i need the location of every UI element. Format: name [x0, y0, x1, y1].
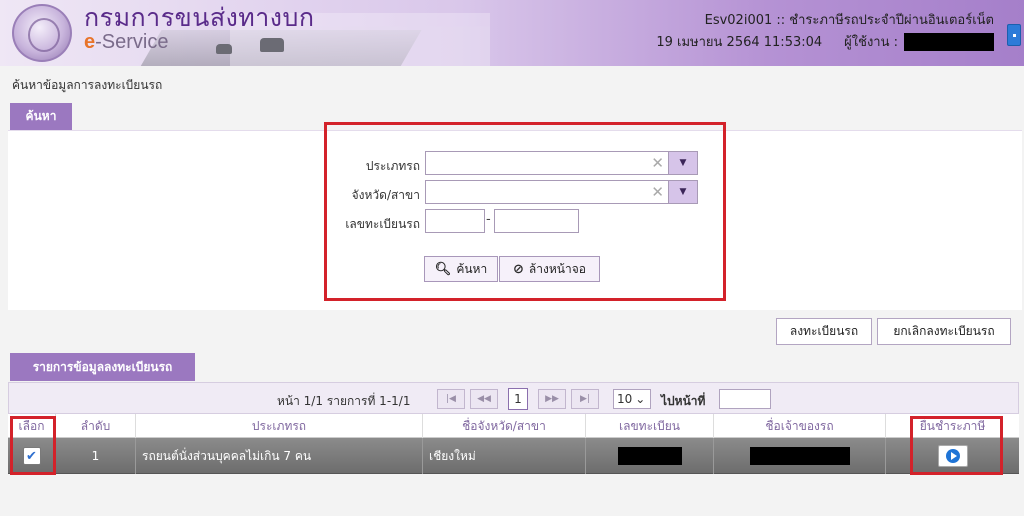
highlight-pay-tax-column [910, 416, 1003, 475]
plate-prefix-input[interactable] [425, 209, 485, 233]
page-size-value: 10 [617, 392, 633, 406]
plate-number-redacted [617, 447, 682, 465]
user-label: ผู้ใช้งาน : [844, 35, 898, 50]
bus-icon [260, 38, 284, 52]
table-header: เลือก ลำดับ ประเภทรถ ชื่อจังหวัด/สาขา เล… [8, 414, 1019, 438]
chevron-down-icon: ▼ [679, 158, 687, 168]
register-vehicle-button[interactable]: ลงทะเบียนรถ [776, 318, 872, 345]
search-icon: 🔍︎ [434, 261, 452, 277]
logo-sub-e: e [84, 31, 96, 53]
goto-page-label: ไปหน้าที่ [661, 394, 706, 408]
row-index: 1 [56, 438, 136, 474]
vehicle-type-combobox[interactable]: ✕ [425, 151, 669, 175]
screen-code: Esv02i001 :: ชำระภาษีรถประจำปีผ่านอินเตอ… [704, 13, 994, 28]
reset-button-label: ล้างหน้าจอ [528, 261, 586, 276]
cancel-register-button[interactable]: ยกเลิกลงทะเบียนรถ [877, 318, 1011, 345]
province-combobox[interactable]: ✕ [425, 180, 669, 204]
first-page-icon[interactable]: |◀ [437, 389, 465, 409]
search-button[interactable]: 🔍︎ ค้นหา [424, 256, 498, 282]
reset-button[interactable]: ⊘ ล้างหน้าจอ [499, 256, 600, 282]
search-button-label: ค้นหา [456, 261, 488, 276]
app-header: กรมการขนส่งทางบก e-Service Esv02i001 :: … [0, 0, 1024, 66]
current-page[interactable]: 1 [508, 388, 528, 410]
last-page-icon[interactable]: ▶| [571, 389, 599, 409]
logo-sub-rest: -Service [95, 31, 169, 53]
province-dropdown-button[interactable]: ▼ [668, 180, 698, 204]
vehicle-type-dropdown-button[interactable]: ▼ [668, 151, 698, 175]
col-index: ลำดับ [56, 414, 136, 438]
province-label: จังหวัด/สาขา [351, 188, 420, 202]
goto-page-input[interactable] [719, 389, 771, 409]
clear-icon[interactable]: ✕ [651, 155, 664, 171]
highlight-select-column [10, 416, 56, 475]
plate-number-input[interactable] [494, 209, 579, 233]
row-vehicle-type: รถยนต์นั่งส่วนบุคคลไม่เกิน 7 คน [136, 438, 423, 474]
logo-title: กรมการขนส่งทางบก [84, 3, 315, 32]
col-province: ชื่อจังหวัด/สาขา [423, 414, 586, 438]
department-seal-logo [12, 4, 72, 62]
row-owner-cell [714, 438, 886, 474]
vehicle-type-label: ประเภทรถ [365, 159, 420, 173]
col-plate: เลขทะเบียน [586, 414, 714, 438]
next-page-icon[interactable]: ▶▶ [538, 389, 566, 409]
header-datetime: 19 เมษายน 2564 11:53:04 [656, 35, 823, 50]
breadcrumb: ค้นหาข้อมูลการลงทะเบียนรถ [12, 78, 163, 92]
owner-name-redacted [749, 447, 850, 465]
prev-page-icon[interactable]: ◀◀ [470, 389, 498, 409]
pager-summary: หน้า 1/1 รายการที่ 1-1/1 [277, 394, 411, 408]
col-owner: ชื่อเจ้าของรถ [714, 414, 886, 438]
logo-subtitle: e-Service [84, 30, 168, 54]
chevron-down-icon: ⌄ [635, 392, 646, 406]
header-meta: 19 เมษายน 2564 11:53:04 ผู้ใช้งาน : [656, 31, 994, 52]
clear-icon[interactable]: ✕ [651, 184, 664, 200]
row-plate-cell [586, 438, 714, 474]
plate-separator: - [486, 212, 491, 227]
plate-number-label: เลขทะเบียนรถ [345, 217, 420, 231]
ban-icon: ⊘ [513, 261, 524, 277]
car-icon [216, 44, 232, 54]
page-size-select[interactable]: 10 ⌄ [613, 389, 651, 409]
col-vehicle-type: ประเภทรถ [136, 414, 423, 438]
chevron-down-icon: ▼ [679, 187, 687, 197]
pagination-bar: หน้า 1/1 รายการที่ 1-1/1 |◀ ◀◀ 1 ▶▶ ▶| 1… [8, 382, 1019, 414]
user-name-redacted [904, 32, 994, 51]
search-panel-tab: ค้นหา [10, 103, 72, 130]
vehicle-list-tab: รายการข้อมูลลงทะเบียนรถ [10, 353, 195, 381]
side-menu-toggle[interactable] [1007, 24, 1021, 46]
table-row[interactable]: ✔ 1 รถยนต์นั่งส่วนบุคคลไม่เกิน 7 คน เชีย… [8, 438, 1019, 474]
row-province: เชียงใหม่ [423, 438, 586, 474]
